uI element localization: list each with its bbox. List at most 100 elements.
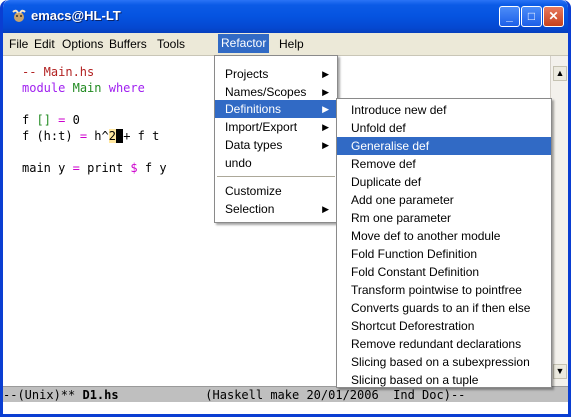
menu-item-label: Duplicate def xyxy=(351,175,422,189)
menu-help[interactable]: Help xyxy=(279,37,304,51)
keyword-where: where xyxy=(108,81,145,95)
menu-item-move-def[interactable]: Move def to another module xyxy=(337,227,551,245)
minimize-button[interactable]: _ xyxy=(499,6,520,27)
menu-item-label: Selection xyxy=(225,202,275,216)
minibuffer[interactable] xyxy=(3,402,568,414)
code-line-1: -- Main.hs xyxy=(22,65,95,79)
code-token: main y xyxy=(22,161,66,175)
menu-item-label: Converts guards to an if then else xyxy=(351,301,531,315)
code-token: f (h:t) xyxy=(22,129,73,143)
menu-options[interactable]: Options xyxy=(62,37,103,51)
code-token: [] xyxy=(36,113,51,127)
submenu-arrow-icon: ▶ xyxy=(322,122,329,132)
menu-item-label: Rm one parameter xyxy=(351,211,452,225)
selected-token: 2 xyxy=(108,129,116,143)
gnu-icon xyxy=(12,9,26,22)
menu-item-projects[interactable]: Projects ▶ xyxy=(215,65,337,83)
submenu-arrow-icon: ▶ xyxy=(322,104,329,114)
menu-item-label: Shortcut Deforestration xyxy=(351,319,475,333)
menu-item-import-export[interactable]: Import/Export ▶ xyxy=(215,118,337,136)
menu-item-generalise-def[interactable]: Generalise def xyxy=(337,137,551,155)
menu-item-remove-redundant-declarations[interactable]: Remove redundant declarations xyxy=(337,335,551,353)
code-token: f xyxy=(22,113,30,127)
menu-edit[interactable]: Edit xyxy=(34,37,55,51)
vertical-scrollbar[interactable]: ▲ ▼ xyxy=(550,56,568,386)
menu-item-shortcut-deforestration[interactable]: Shortcut Deforestration xyxy=(337,317,551,335)
menu-item-duplicate-def[interactable]: Duplicate def xyxy=(337,173,551,191)
menu-item-add-one-parameter[interactable]: Add one parameter xyxy=(337,191,551,209)
menu-item-label: Fold Function Definition xyxy=(351,247,478,261)
menu-item-label: Transform pointwise to pointfree xyxy=(351,283,522,297)
menu-item-label: Generalise def xyxy=(351,139,430,153)
code-line-3: f [] = 0 xyxy=(22,113,80,127)
menu-item-rm-one-parameter[interactable]: Rm one parameter xyxy=(337,209,551,227)
menu-item-fold-constant-definition[interactable]: Fold Constant Definition xyxy=(337,263,551,281)
menu-item-label: Slicing based on a subexpression xyxy=(351,355,530,369)
submenu-arrow-icon: ▶ xyxy=(322,87,329,97)
keyword-module: module xyxy=(22,81,66,95)
refactor-menu: Projects ▶ Names/Scopes ▶ Definitions ▶ Imp… xyxy=(214,55,338,223)
close-button[interactable]: ✕ xyxy=(543,6,564,27)
menu-item-label: Remove def xyxy=(351,157,416,171)
menu-item-label: Names/Scopes xyxy=(225,85,307,99)
menu-buffers[interactable]: Buffers xyxy=(109,37,147,51)
menu-item-unfold-def[interactable]: Unfold def xyxy=(337,119,551,137)
menu-item-names-scopes[interactable]: Names/Scopes ▶ xyxy=(215,83,337,101)
submenu-arrow-icon: ▶ xyxy=(322,140,329,150)
code-token: = xyxy=(58,113,66,127)
menu-item-customize[interactable]: Customize xyxy=(215,182,337,200)
menu-item-selection[interactable]: Selection ▶ xyxy=(215,200,337,218)
code-line-5: main y = print $ f y xyxy=(22,161,167,175)
code-line-2: module Main where xyxy=(22,81,145,95)
code-line-4: f (h:t) = h^2 + f t xyxy=(22,129,159,143)
menu-item-pointwise-to-pointfree[interactable]: Transform pointwise to pointfree xyxy=(337,281,551,299)
code-token: 0 xyxy=(72,113,80,127)
menu-item-label: Slicing based on a tuple xyxy=(351,373,479,387)
menu-item-label: Projects xyxy=(225,67,269,81)
scroll-up-button[interactable]: ▲ xyxy=(553,66,567,81)
menu-item-guards-to-if[interactable]: Converts guards to an if then else xyxy=(337,299,551,317)
chevron-up-icon: ▲ xyxy=(555,68,565,78)
menu-item-introduce-new-def[interactable]: Introduce new def xyxy=(337,101,551,119)
menu-item-label: Introduce new def xyxy=(351,103,447,117)
menu-item-remove-def[interactable]: Remove def xyxy=(337,155,551,173)
menu-item-label: Fold Constant Definition xyxy=(351,265,480,279)
code-token: print xyxy=(87,161,124,175)
menu-item-definitions[interactable]: Definitions ▶ xyxy=(215,100,337,118)
code-token: $ xyxy=(130,161,138,175)
code-token: f y xyxy=(144,161,167,175)
menu-item-fold-function-definition[interactable]: Fold Function Definition xyxy=(337,245,551,263)
title-bar[interactable]: emacs@HL-LT _ □ ✕ xyxy=(3,0,568,33)
submenu-arrow-icon: ▶ xyxy=(322,69,329,79)
scroll-down-button[interactable]: ▼ xyxy=(553,364,567,379)
maximize-icon: □ xyxy=(527,9,536,23)
menu-file[interactable]: File xyxy=(9,37,28,51)
mode-line-info: (Haskell make 20/01/2006 Ind Doc)-- xyxy=(118,388,466,402)
code-token: = xyxy=(79,129,88,143)
definitions-submenu: Introduce new def Unfold def Generalise … xyxy=(336,98,552,388)
menu-item-label: Definitions xyxy=(225,102,282,116)
emacs-window: emacs@HL-LT _ □ ✕ File Edit Options Buff… xyxy=(0,0,571,417)
menu-item-slicing-tuple[interactable]: Slicing based on a tuple xyxy=(337,371,551,389)
code-token: + f t xyxy=(123,129,160,143)
menu-item-data-types[interactable]: Data types ▶ xyxy=(215,136,337,154)
menu-item-label: undo xyxy=(225,156,252,170)
menu-refactor[interactable]: Refactor xyxy=(218,34,270,53)
menu-item-slicing-subexpression[interactable]: Slicing based on a subexpression xyxy=(337,353,551,371)
mode-line-status: --(Unix)** xyxy=(3,388,83,402)
menu-item-label: Move def to another module xyxy=(351,229,501,243)
menu-bar: File Edit Options Buffers Tools Refactor… xyxy=(3,33,568,56)
menu-item-label: Unfold def xyxy=(351,121,406,135)
menu-item-label: Data types xyxy=(225,138,283,152)
chevron-down-icon: ▼ xyxy=(555,366,565,376)
minimize-icon: _ xyxy=(506,9,513,23)
maximize-button[interactable]: □ xyxy=(521,6,542,27)
menu-item-label: Import/Export xyxy=(225,120,298,134)
menu-item-undo[interactable]: undo xyxy=(215,154,337,172)
menu-item-label: Customize xyxy=(225,184,282,198)
menu-tools[interactable]: Tools xyxy=(157,37,185,51)
submenu-arrow-icon: ▶ xyxy=(322,204,329,214)
window-title: emacs@HL-LT xyxy=(31,8,121,23)
close-icon: ✕ xyxy=(548,9,559,23)
menu-item-label: Remove redundant declarations xyxy=(351,337,522,351)
